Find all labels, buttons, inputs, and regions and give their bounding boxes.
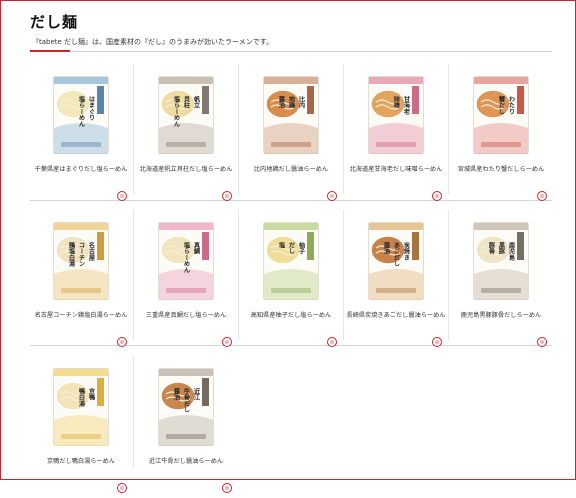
circle-arrow-icon[interactable] — [327, 191, 337, 201]
product-card[interactable]: 炭焼き あごだし 醤油 長崎県炭焼きあごだし醤油らーめん — [344, 222, 448, 352]
product-package-image[interactable]: 近江 牛骨だし 醤油 — [158, 368, 214, 446]
product-package-image[interactable]: 柚子 だし塩 — [263, 222, 319, 300]
page-title: だし麺 — [30, 13, 79, 31]
svg-text:牛骨だし: 牛骨だし — [183, 387, 190, 414]
product-package-image[interactable]: 甘海老 味噌 — [368, 76, 424, 154]
svg-text:真鯛: 真鯛 — [193, 241, 201, 255]
product-name[interactable]: 鹿児島黒豚豚骨だしらーめん — [449, 311, 553, 320]
product-package-image[interactable]: わたり 蟹だし — [473, 76, 529, 154]
svg-text:はまぐり: はまぐり — [88, 96, 95, 122]
product-name[interactable]: 名古屋コーチン鶏塩白湯らーめん — [29, 311, 133, 320]
product-name[interactable]: 近江牛骨だし醤油らーめん — [134, 457, 238, 466]
product-name[interactable]: 高知県産柚子だし塩らーめん — [239, 311, 343, 320]
svg-text:だし: だし — [288, 242, 295, 256]
svg-text:比内: 比内 — [298, 95, 305, 109]
circle-arrow-icon[interactable] — [537, 337, 547, 347]
svg-text:近江: 近江 — [193, 387, 200, 401]
svg-text:醤油: 醤油 — [278, 95, 285, 109]
header-divider — [30, 51, 552, 52]
product-card[interactable]: 帆立 貝柱 塩らーめん 北海道産帆立貝柱だし塩らーめん — [134, 76, 238, 206]
svg-text:豚骨: 豚骨 — [488, 241, 495, 255]
product-name[interactable]: 京鴨だし鴨白湯らーめん — [29, 457, 133, 466]
product-card[interactable]: 名古屋 コーチン 鶏塩白湯 名古屋コーチン鶏塩白湯らーめん — [29, 222, 133, 352]
product-package-image[interactable]: 真鯛 塩らーめん — [158, 222, 214, 300]
svg-text:鴨白湯: 鴨白湯 — [78, 387, 85, 407]
svg-text:貝柱: 貝柱 — [183, 95, 190, 109]
svg-text:甘海老: 甘海老 — [403, 95, 410, 115]
circle-arrow-icon[interactable] — [327, 337, 337, 347]
svg-text:黒豚: 黒豚 — [498, 241, 505, 255]
svg-text:京鴨: 京鴨 — [88, 387, 95, 401]
circle-arrow-icon[interactable] — [432, 191, 442, 201]
svg-text:柚子: 柚子 — [298, 241, 305, 255]
circle-arrow-icon[interactable] — [222, 483, 232, 493]
svg-text:地鶏: 地鶏 — [288, 95, 295, 109]
svg-text:鹿児島: 鹿児島 — [508, 241, 516, 261]
header-accent-bar — [30, 50, 70, 52]
svg-text:わたり: わたり — [508, 96, 515, 116]
svg-text:炭焼き: 炭焼き — [403, 241, 410, 261]
svg-text:塩らーめん: 塩らーめん — [78, 95, 85, 128]
circle-arrow-icon[interactable] — [537, 191, 547, 201]
product-card[interactable]: 真鯛 塩らーめん 三重県産真鯛だし塩らーめん — [134, 222, 238, 352]
product-package-image[interactable]: はまぐり 塩らーめん — [53, 76, 109, 154]
product-name[interactable]: 千葉県産はまぐりだし塩らーめん — [29, 165, 133, 174]
product-card[interactable]: わたり 蟹だし 宮城県産わたり蟹だしらーめん — [449, 76, 553, 206]
product-card[interactable]: 甘海老 味噌 北海道産甘海老だし味噌らーめん — [344, 76, 448, 206]
product-card[interactable]: 京鴨 鴨白湯 京鴨だし鴨白湯らーめん — [29, 368, 133, 498]
product-name[interactable]: 比内地鶏だし醤油らーめん — [239, 165, 343, 174]
product-name[interactable]: 三重県産真鯛だし塩らーめん — [134, 311, 238, 320]
circle-arrow-icon[interactable] — [222, 191, 232, 201]
product-package-image[interactable]: 名古屋 コーチン 鶏塩白湯 — [53, 222, 109, 300]
svg-text:醤油: 醤油 — [173, 387, 180, 401]
svg-text:塩らーめん: 塩らーめん — [173, 95, 180, 128]
svg-text:鶏塩白湯: 鶏塩白湯 — [68, 241, 75, 268]
product-package-image[interactable]: 鹿児島 黒豚 豚骨 — [473, 222, 529, 300]
product-card[interactable]: はまぐり 塩らーめん 千葉県産はまぐりだし塩らーめん — [29, 76, 133, 206]
svg-text:名古屋: 名古屋 — [88, 241, 95, 261]
product-package-image[interactable]: 京鴨 鴨白湯 — [53, 368, 109, 446]
circle-arrow-icon[interactable] — [117, 191, 127, 201]
product-package-image[interactable]: 比内 地鶏 醤油 — [263, 76, 319, 154]
product-card[interactable]: 鹿児島 黒豚 豚骨 鹿児島黒豚豚骨だしらーめん — [449, 222, 553, 352]
circle-arrow-icon[interactable] — [117, 483, 127, 493]
product-package-image[interactable]: 帆立 貝柱 塩らーめん — [158, 76, 214, 154]
svg-text:コーチン: コーチン — [78, 242, 85, 267]
product-card[interactable]: 柚子 だし塩 高知県産柚子だし塩らーめん — [239, 222, 343, 352]
product-name[interactable]: 北海道産帆立貝柱だし塩らーめん — [134, 165, 238, 174]
product-name[interactable]: 北海道産甘海老だし味噌らーめん — [344, 165, 448, 174]
circle-arrow-icon[interactable] — [222, 337, 232, 347]
product-name[interactable]: 長崎県炭焼きあごだし醤油らーめん — [344, 311, 448, 320]
page-subtitle: 『tabete だし麺』は、国産素材の『だし』のうまみが効いたラーメンです。 — [32, 38, 274, 46]
svg-text:蟹だし: 蟹だし — [498, 95, 506, 115]
product-package-image[interactable]: 炭焼き あごだし 醤油 — [368, 222, 424, 300]
product-card[interactable]: 近江 牛骨だし 醤油 近江牛骨だし醤油らーめん — [134, 368, 238, 498]
svg-text:帆立: 帆立 — [193, 95, 200, 109]
svg-text:醤油: 醤油 — [383, 241, 390, 255]
svg-text:塩らーめん: 塩らーめん — [183, 241, 190, 274]
product-name[interactable]: 宮城県産わたり蟹だしらーめん — [449, 165, 553, 174]
svg-text:あごだし: あごだし — [393, 241, 400, 268]
circle-arrow-icon[interactable] — [117, 337, 127, 347]
circle-arrow-icon[interactable] — [432, 337, 442, 347]
svg-text:味噌: 味噌 — [393, 95, 400, 109]
product-card[interactable]: 比内 地鶏 醤油 比内地鶏だし醤油らーめん — [239, 76, 343, 206]
